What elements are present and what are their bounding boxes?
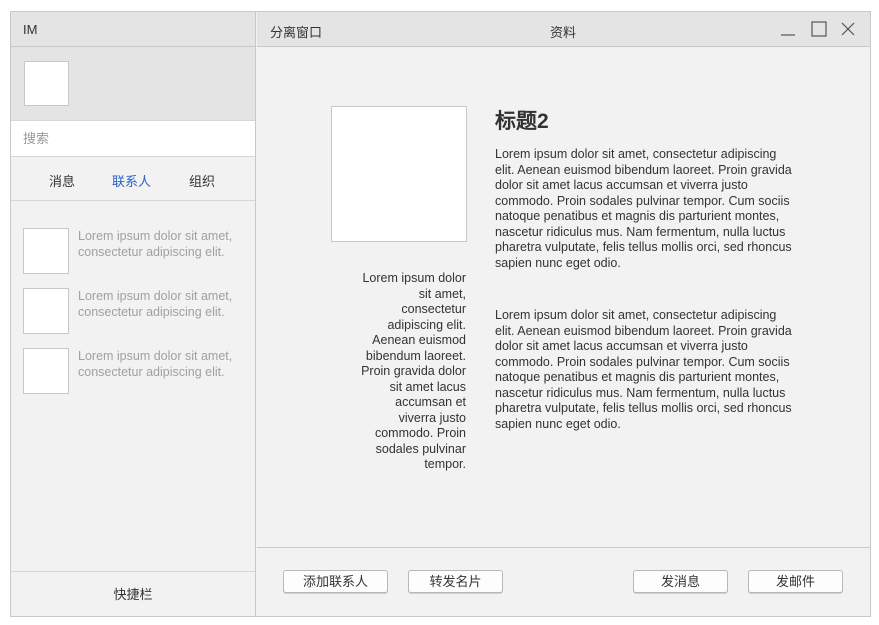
close-icon[interactable] <box>839 20 857 38</box>
tab-messages[interactable]: 消息 <box>49 171 75 190</box>
sidebar-tabs: 消息 联系人 组织 <box>11 157 255 201</box>
profile-area <box>11 47 255 121</box>
contact-text: Lorem ipsum dolor sit amet, consectetur … <box>78 289 233 319</box>
profile-avatar[interactable] <box>24 61 69 106</box>
contact-avatar <box>23 228 69 274</box>
minimize-icon[interactable] <box>779 20 797 38</box>
main-panel: 分离窗口 资料 Lorem ipsum dolor sit amet, cons… <box>257 12 870 616</box>
list-item[interactable]: Lorem ipsum dolor sit amet, consectetur … <box>11 275 255 335</box>
forward-card-button[interactable]: 转发名片 <box>408 570 503 593</box>
search-box <box>11 121 255 157</box>
search-input[interactable] <box>11 121 255 156</box>
profile-image <box>331 106 467 242</box>
contact-text: Lorem ipsum dolor sit amet, consectetur … <box>78 349 233 379</box>
tab-contacts[interactable]: 联系人 <box>112 171 151 190</box>
shortcut-bar[interactable]: 快捷栏 <box>11 571 255 616</box>
sidebar: IM 消息 联系人 组织 Lorem ipsum dolor sit amet,… <box>11 12 256 616</box>
list-item[interactable]: Lorem ipsum dolor sit amet, consectetur … <box>11 215 255 275</box>
contact-avatar <box>23 348 69 394</box>
profile-headline: 标题2 <box>495 110 549 133</box>
contact-avatar <box>23 288 69 334</box>
profile-content: Lorem ipsum dolor sit amet, consectetur … <box>257 47 870 547</box>
title-bar: 分离窗口 资料 <box>257 12 870 47</box>
maximize-icon[interactable] <box>810 20 828 38</box>
profile-paragraph: Lorem ipsum dolor sit amet, consectetur … <box>495 308 792 431</box>
list-item[interactable]: Lorem ipsum dolor sit amet, consectetur … <box>11 335 255 395</box>
app-title: IM <box>11 12 255 47</box>
add-contact-button[interactable]: 添加联系人 <box>283 570 388 593</box>
app-window: IM 消息 联系人 组织 Lorem ipsum dolor sit amet,… <box>10 11 871 617</box>
tab-organization[interactable]: 组织 <box>189 171 215 190</box>
action-bar: 添加联系人 转发名片 发消息 发邮件 <box>257 547 870 616</box>
window-title: 资料 <box>550 25 577 40</box>
profile-image-caption: Lorem ipsum dolor sit amet, consectetur … <box>361 271 466 471</box>
profile-paragraph: Lorem ipsum dolor sit amet, consectetur … <box>495 147 792 270</box>
send-message-button[interactable]: 发消息 <box>633 570 728 593</box>
detach-window-link[interactable]: 分离窗口 <box>270 22 322 41</box>
contact-text: Lorem ipsum dolor sit amet, consectetur … <box>78 229 233 259</box>
send-mail-button[interactable]: 发邮件 <box>748 570 843 593</box>
